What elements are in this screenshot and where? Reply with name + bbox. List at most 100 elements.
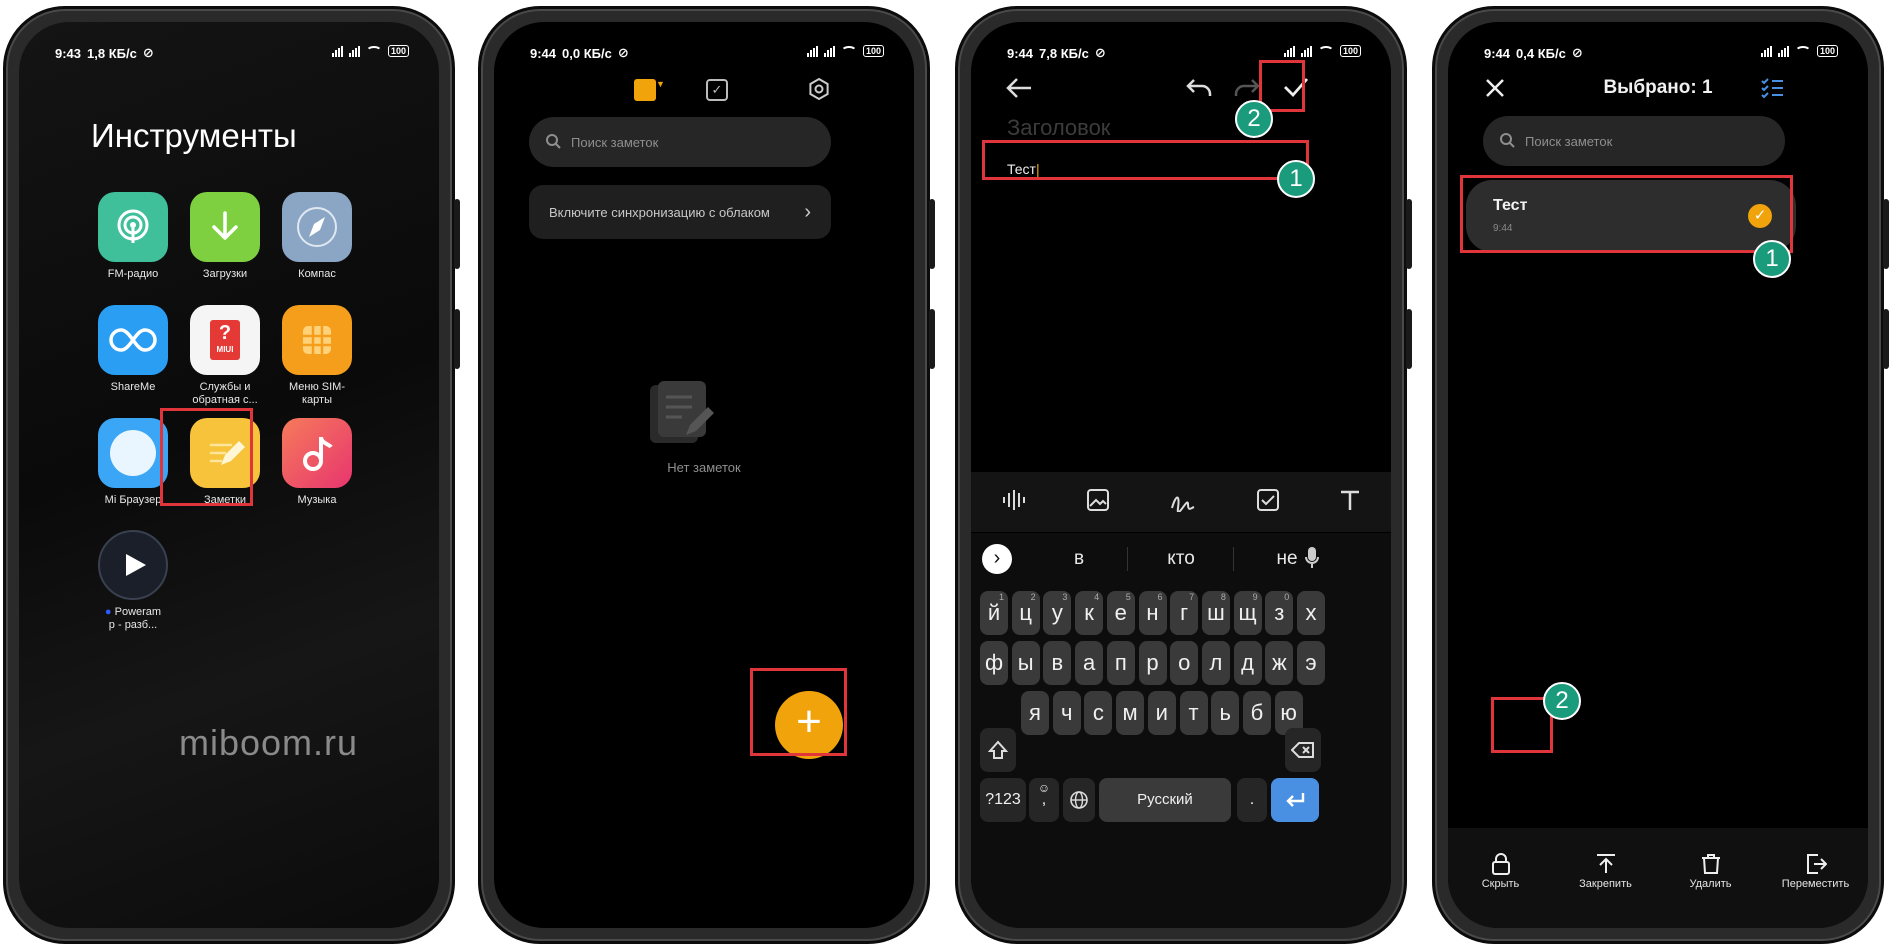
selection-title: Выбрано: 1 (1603, 77, 1713, 98)
status-bar: 9:44 7,8 КБ/с ⊘ 100 (971, 22, 1391, 82)
key-letter[interactable]: е5 (1106, 591, 1135, 635)
status-speed: 0,0 КБ/с (562, 45, 612, 61)
key-letter[interactable]: у3 (1043, 591, 1072, 635)
status-speed: 1,8 КБ/с (87, 45, 137, 61)
home-screen: 9:43 1,8 КБ/с ⊘ 100 Инструменты FM-радио З… (19, 22, 439, 928)
back-arrow-icon[interactable] (1005, 76, 1033, 105)
app-label: Музыка (297, 494, 337, 506)
status-bar: 9:44 0,4 КБ/с ⊘ 100 (1448, 22, 1868, 82)
key-letter[interactable]: с (1084, 691, 1113, 735)
app-music[interactable]: Музыка (262, 418, 372, 507)
status-time: 9:44 (530, 45, 557, 61)
comma-key[interactable]: ☺, (1029, 778, 1059, 822)
battery-icon: 100 (1816, 45, 1838, 57)
delete-button[interactable]: Удалить (1674, 850, 1748, 890)
shift-key[interactable] (980, 728, 1016, 772)
key-letter[interactable]: э (1297, 641, 1325, 685)
pin-button[interactable]: Закрепить (1569, 850, 1643, 890)
key-letter[interactable]: ш8 (1201, 591, 1230, 635)
battery-icon: 100 (862, 45, 884, 57)
settings-icon[interactable] (807, 77, 831, 101)
note-card[interactable]: Тест 9:44 ✓ (1466, 180, 1796, 252)
key-letter[interactable]: ы (1011, 641, 1040, 685)
watermark: miboom.ru (179, 722, 359, 763)
key-letter[interactable]: я (1021, 691, 1049, 735)
save-check-icon[interactable] (1282, 75, 1310, 104)
signal-icon (1283, 45, 1295, 57)
move-icon (1779, 850, 1853, 878)
action-bar: Скрыть Закрепить Удалить Переместить (1448, 828, 1868, 928)
phone-note-selected: 9:44 0,4 КБ/с ⊘ 100 Выбрано: 1 Поиск замет… (1432, 6, 1889, 944)
app-poweramp[interactable]: ● Poweram p - разб... (78, 530, 188, 632)
app-label: Меню SIM-карты (288, 381, 345, 406)
note-time: 9:44 (1493, 223, 1513, 234)
enter-key[interactable] (1271, 778, 1319, 822)
key-letter[interactable]: н6 (1138, 591, 1167, 635)
key-letter[interactable]: т (1179, 691, 1208, 735)
key-letter[interactable]: щ9 (1233, 591, 1262, 635)
text-format-icon[interactable] (1339, 489, 1361, 516)
notes-icon (190, 418, 260, 488)
key-letter[interactable]: ф (980, 641, 1008, 685)
search-placeholder: Поиск заметок (1525, 133, 1613, 149)
key-letter[interactable]: о (1170, 641, 1199, 685)
key-letter[interactable]: г7 (1170, 591, 1199, 635)
key-letter[interactable]: и (1147, 691, 1176, 735)
add-note-button[interactable]: + (775, 691, 843, 759)
chevron-right-icon: › (804, 200, 811, 223)
checkmark-icon[interactable]: ✓ (1748, 204, 1772, 228)
sim-icon (282, 305, 352, 375)
wifi-icon (840, 45, 857, 57)
app-compass[interactable]: Компас (262, 192, 372, 281)
signal-icon-2 (1300, 45, 1312, 57)
key-letter[interactable]: р (1138, 641, 1167, 685)
cloud-sync-banner[interactable]: Включите синхронизацию с облаком › (529, 185, 831, 239)
key-letter[interactable]: к4 (1075, 591, 1104, 635)
key-letter[interactable]: д (1233, 641, 1262, 685)
step-badge-2: 2 (1543, 682, 1581, 720)
checklist-icon[interactable] (1256, 488, 1280, 517)
key-letter[interactable]: ж (1265, 641, 1294, 685)
search-input[interactable]: Поиск заметок (529, 117, 831, 167)
empty-notes-icon (642, 377, 714, 449)
period-key[interactable]: . (1237, 778, 1267, 822)
key-letter[interactable]: п (1106, 641, 1135, 685)
audio-icon[interactable] (1001, 489, 1027, 516)
key-letter[interactable]: х (1297, 591, 1325, 635)
status-time: 9:43 (55, 45, 82, 61)
select-all-icon[interactable] (1760, 77, 1784, 104)
key-letter[interactable]: ь (1211, 691, 1240, 735)
search-icon (1499, 132, 1515, 151)
body-input[interactable]: Тест| (1007, 161, 1040, 177)
handwriting-icon[interactable] (1170, 488, 1196, 517)
step-badge-2: 2 (1235, 100, 1273, 138)
poweramp-icon (98, 530, 168, 600)
key-letter[interactable]: з0 (1265, 591, 1294, 635)
backspace-key[interactable] (1285, 728, 1321, 772)
key-letter[interactable]: л (1201, 641, 1230, 685)
signal-icon-2 (823, 45, 835, 57)
undo-icon[interactable] (1185, 76, 1213, 105)
space-key[interactable]: Русский (1099, 778, 1231, 822)
key-letter[interactable]: й1 (980, 591, 1008, 635)
music-icon (282, 418, 352, 488)
key-letter[interactable]: б (1242, 691, 1271, 735)
key-letter[interactable]: в (1043, 641, 1072, 685)
language-globe-icon[interactable] (1063, 778, 1095, 822)
radio-icon (98, 192, 168, 262)
key-letter[interactable]: ц2 (1011, 591, 1040, 635)
tasks-icon[interactable]: ✓ (706, 79, 728, 101)
key-letter[interactable]: а (1075, 641, 1104, 685)
key-letter[interactable]: м (1116, 691, 1145, 735)
wifi-icon (1794, 45, 1811, 57)
app-sim-menu[interactable]: Меню SIM-карты (262, 305, 372, 407)
hide-button[interactable]: Скрыть (1464, 850, 1538, 890)
search-input[interactable]: Поиск заметок (1483, 116, 1785, 166)
image-icon[interactable] (1086, 488, 1110, 517)
phone-home: 9:43 1,8 КБ/с ⊘ 100 Инструменты FM-радио З… (3, 6, 460, 944)
title-input[interactable]: Заголовок (1007, 115, 1110, 141)
move-button[interactable]: Переместить (1779, 850, 1853, 890)
notes-folder-icon[interactable]: ▼ (634, 79, 670, 105)
key-letter[interactable]: ч (1052, 691, 1081, 735)
symbols-key[interactable]: ?123 (980, 778, 1026, 822)
